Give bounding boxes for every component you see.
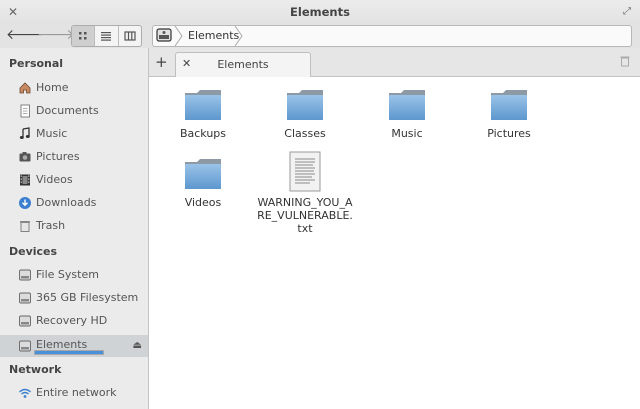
folder-icon bbox=[185, 159, 221, 189]
sidebar-item-file-system[interactable]: File System bbox=[0, 264, 148, 286]
new-tab-button[interactable]: + bbox=[155, 53, 168, 71]
grid-icon bbox=[79, 32, 87, 40]
columns-icon bbox=[124, 31, 136, 41]
file-item[interactable]: Classes bbox=[257, 87, 353, 140]
sidebar-item-label: Home bbox=[36, 81, 69, 94]
file-name: Pictures bbox=[487, 127, 531, 140]
sidebar-item-elements[interactable]: Elements ⏏ bbox=[0, 335, 148, 357]
breadcrumb-separator bbox=[234, 26, 243, 46]
file-item[interactable]: Backups bbox=[155, 87, 251, 140]
back-button[interactable]: 🡐 bbox=[6, 25, 44, 45]
home-icon bbox=[19, 82, 31, 94]
folder-icon bbox=[185, 90, 221, 120]
file-name: WARNING_YOU_ARE_VULNERABLE.txt bbox=[257, 196, 353, 235]
file-manager-window: ✕ Elements ⤢ 🡐 🡒 Elements Personal Home … bbox=[0, 0, 640, 409]
folder-icon bbox=[287, 90, 323, 120]
sidebar-item-entire-network[interactable]: Entire network bbox=[0, 382, 148, 404]
file-item[interactable]: WARNING_YOU_ARE_VULNERABLE.txt bbox=[257, 151, 353, 235]
sidebar-item-label: Music bbox=[36, 127, 68, 140]
folder-icon bbox=[491, 90, 527, 120]
sidebar-heading-personal: Personal bbox=[9, 57, 64, 70]
folder-icon bbox=[389, 90, 425, 120]
titlebar[interactable]: ✕ Elements ⤢ bbox=[0, 0, 640, 24]
location-bar[interactable]: Elements bbox=[152, 25, 632, 47]
camera-icon bbox=[19, 152, 31, 162]
disk-usage-bar bbox=[34, 350, 104, 355]
eject-icon[interactable]: ⏏ bbox=[133, 340, 142, 351]
tab-label: Elements bbox=[217, 58, 269, 71]
maximize-icon[interactable]: ⤢ bbox=[623, 0, 631, 24]
network-icon bbox=[19, 388, 31, 398]
sidebar-item-downloads[interactable]: Downloads bbox=[0, 192, 148, 214]
tab-elements[interactable]: ✕ Elements bbox=[175, 52, 311, 77]
tab-bar: + ✕ Elements bbox=[149, 48, 640, 77]
list-view-button[interactable] bbox=[95, 26, 119, 46]
document-icon bbox=[20, 104, 30, 118]
sidebar: Personal Home Documents Music Pictures V… bbox=[0, 48, 149, 409]
sidebar-item-label: Pictures bbox=[36, 150, 80, 163]
sidebar-item-label: 365 GB Filesystem bbox=[36, 291, 139, 304]
sidebar-item-music[interactable]: Music bbox=[0, 123, 148, 145]
sidebar-item-label: Documents bbox=[36, 104, 99, 117]
toolbar: 🡐 🡒 Elements bbox=[0, 24, 640, 48]
file-item[interactable]: Music bbox=[359, 87, 455, 140]
sidebar-item-home[interactable]: Home bbox=[0, 77, 148, 99]
drive-icon bbox=[19, 315, 31, 327]
column-view-button[interactable] bbox=[119, 26, 141, 46]
file-name: Backups bbox=[179, 127, 227, 140]
restore-tab-trash-icon[interactable] bbox=[620, 55, 630, 67]
icon-view-button[interactable] bbox=[72, 26, 96, 46]
sidebar-item-recovery-hd[interactable]: Recovery HD bbox=[0, 310, 148, 332]
sidebar-item-label: File System bbox=[36, 268, 99, 281]
view-mode-switcher bbox=[71, 25, 142, 47]
sidebar-item-label: Trash bbox=[36, 219, 66, 232]
sidebar-item-pictures[interactable]: Pictures bbox=[0, 146, 148, 168]
sidebar-heading-devices: Devices bbox=[9, 245, 58, 258]
download-icon bbox=[19, 197, 31, 209]
trash-icon bbox=[20, 221, 30, 232]
sidebar-item-label: Downloads bbox=[36, 196, 97, 209]
drive-icon bbox=[19, 292, 31, 304]
drive-icon bbox=[19, 269, 31, 281]
sidebar-item-videos[interactable]: Videos bbox=[0, 169, 148, 191]
sidebar-item-label: Entire network bbox=[36, 386, 117, 399]
list-icon bbox=[101, 32, 112, 41]
sidebar-item-documents[interactable]: Documents bbox=[0, 100, 148, 122]
sidebar-item-trash[interactable]: Trash bbox=[0, 215, 148, 237]
music-note-icon bbox=[19, 127, 30, 139]
drive-icon[interactable] bbox=[156, 28, 172, 42]
sidebar-item-label: Videos bbox=[36, 173, 73, 186]
window-title: Elements bbox=[290, 5, 350, 19]
text-file-icon bbox=[289, 151, 321, 192]
sidebar-heading-network: Network bbox=[9, 363, 62, 376]
sidebar-item-label: Recovery HD bbox=[36, 314, 108, 327]
sidebar-item-365gb-filesystem[interactable]: 365 GB Filesystem bbox=[0, 287, 148, 309]
file-item[interactable]: Pictures bbox=[461, 87, 557, 140]
file-item[interactable]: Videos bbox=[155, 156, 251, 209]
close-window-icon[interactable]: ✕ bbox=[8, 0, 18, 24]
file-name: Videos bbox=[184, 196, 222, 209]
forward-button[interactable]: 🡒 bbox=[37, 25, 75, 45]
file-view: Backups Classes Music Pictures Videos WA… bbox=[149, 77, 640, 409]
file-name: Classes bbox=[284, 127, 326, 140]
film-icon bbox=[20, 174, 30, 186]
drive-icon bbox=[19, 340, 31, 352]
file-name: Music bbox=[391, 127, 423, 140]
